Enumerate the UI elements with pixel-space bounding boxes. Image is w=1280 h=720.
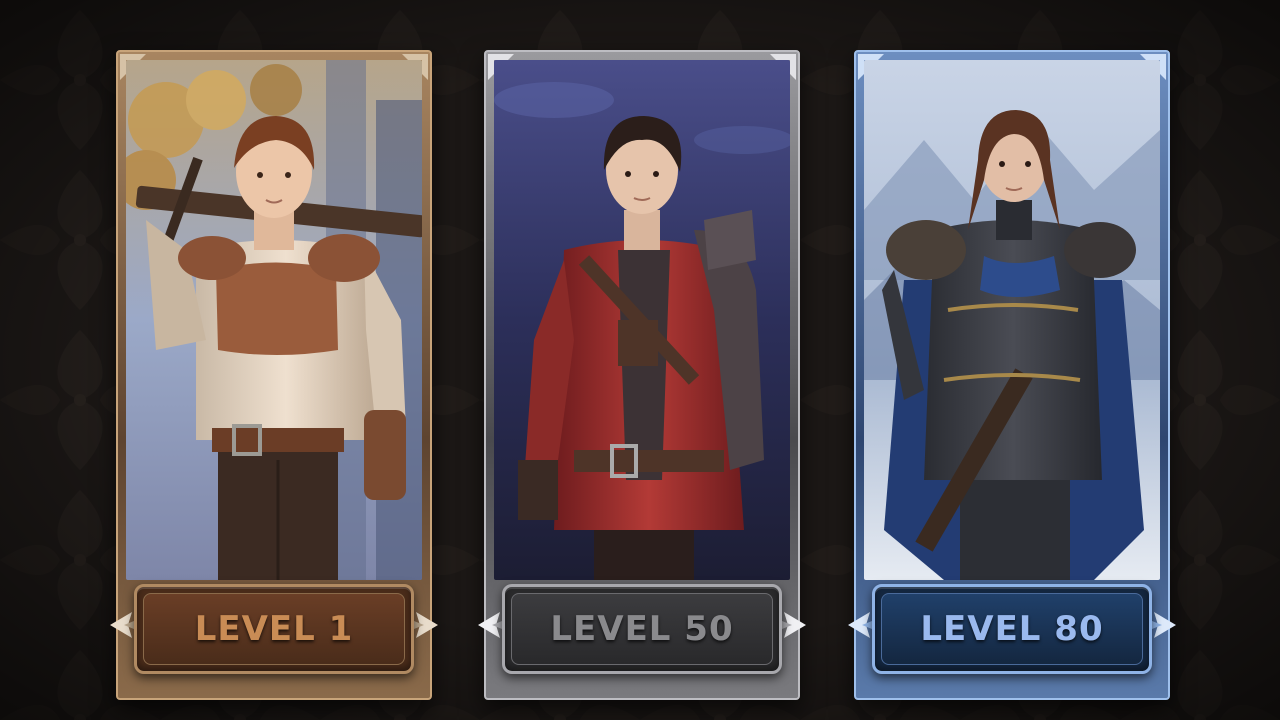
character-portrait-swordsman — [494, 60, 790, 580]
frame-corner-ornament — [120, 54, 146, 80]
character-portrait-knight — [864, 60, 1160, 580]
level-card-50[interactable]: LEVEL 50 — [478, 50, 806, 700]
frame-corner-ornament — [402, 54, 428, 80]
level-badge: LEVEL 80 — [872, 584, 1152, 674]
frame-corner-ornament — [858, 54, 884, 80]
character-portrait-novice — [126, 60, 422, 580]
level-card-1[interactable]: LEVEL 1 — [110, 50, 438, 700]
level-card-80[interactable]: LEVEL 80 — [848, 50, 1176, 700]
level-plate-zone: LEVEL 50 — [478, 570, 806, 690]
level-label: LEVEL 80 — [920, 609, 1104, 649]
level-label: LEVEL 50 — [550, 609, 734, 649]
frame-corner-ornament — [488, 54, 514, 80]
frame-corner-ornament — [770, 54, 796, 80]
level-plate-zone: LEVEL 1 — [110, 570, 438, 690]
level-label: LEVEL 1 — [194, 609, 354, 649]
level-badge: LEVEL 1 — [134, 584, 414, 674]
level-plate-zone: LEVEL 80 — [848, 570, 1176, 690]
frame-corner-ornament — [1140, 54, 1166, 80]
level-badge: LEVEL 50 — [502, 584, 782, 674]
